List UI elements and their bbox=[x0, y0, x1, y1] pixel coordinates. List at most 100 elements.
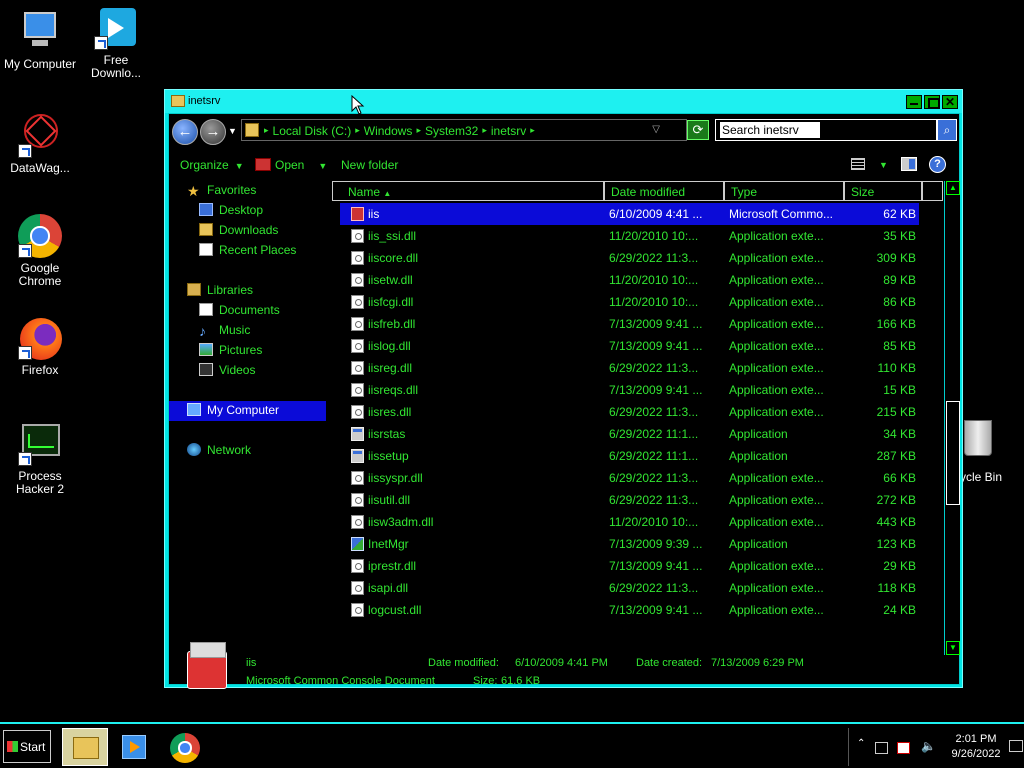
nav-item-recent-places[interactable]: Recent Places bbox=[199, 243, 296, 261]
search-box[interactable] bbox=[715, 119, 937, 141]
table-row[interactable]: iislog.dll 7/13/2009 9:41 ... Application … bbox=[332, 335, 943, 357]
taskbar-app-media-player[interactable] bbox=[112, 728, 158, 766]
breadcrumb-item[interactable]: Local Disk (C:) bbox=[273, 124, 352, 138]
desktop-icon-process-hacker[interactable]: Process Hacker 2 bbox=[0, 422, 80, 496]
table-row[interactable]: logcust.dll 7/13/2009 9:41 ... Application… bbox=[332, 599, 943, 621]
chevron-right-icon[interactable]: ▸ bbox=[482, 124, 487, 138]
nav-item-libraries[interactable]: Libraries bbox=[187, 283, 253, 301]
desktop-icon-my-computer[interactable]: My Computer bbox=[0, 10, 80, 71]
taskbar-app-chrome[interactable] bbox=[162, 728, 208, 766]
nav-item-network[interactable]: Network bbox=[187, 443, 251, 461]
table-row[interactable]: InetMgr 7/13/2009 9:39 ... Application 123 … bbox=[332, 533, 943, 555]
column-header-date-modified[interactable]: Date modified bbox=[604, 181, 724, 201]
nav-item-my-computer[interactable]: My Computer bbox=[169, 401, 326, 421]
windows-logo-icon bbox=[7, 741, 18, 752]
toolbox-icon bbox=[187, 642, 227, 689]
breadcrumb-item[interactable]: inetsrv bbox=[491, 124, 526, 138]
table-row[interactable]: iissetup 6/29/2022 11:1... Application 287 … bbox=[332, 445, 943, 467]
breadcrumb-item[interactable]: Windows bbox=[364, 124, 413, 138]
table-row[interactable]: iis 6/10/2009 4:41 ... Microsoft Commo... 6… bbox=[340, 203, 919, 225]
table-row[interactable]: iisutil.dll 6/29/2022 11:3... Application … bbox=[332, 489, 943, 511]
table-row[interactable]: iisetw.dll 11/20/2010 10:... Application e… bbox=[332, 269, 943, 291]
table-row[interactable]: iisreqs.dll 7/13/2009 9:41 ... Application… bbox=[332, 379, 943, 401]
table-row[interactable]: iisres.dll 6/29/2022 11:3... Application e… bbox=[332, 401, 943, 423]
chevron-right-icon[interactable]: ▸ bbox=[416, 124, 421, 138]
file-type: Application exte... bbox=[729, 339, 824, 353]
toolbox-icon bbox=[255, 158, 271, 171]
nav-label: Libraries bbox=[207, 283, 254, 297]
column-header-size[interactable]: Size bbox=[844, 181, 922, 201]
start-button[interactable]: Start bbox=[3, 730, 51, 763]
help-button[interactable]: ? bbox=[929, 156, 946, 173]
chevron-down-icon[interactable]: ▼ bbox=[318, 161, 327, 171]
nav-label: Music bbox=[219, 323, 251, 337]
nav-item-videos[interactable]: Videos bbox=[199, 363, 255, 381]
documents-icon bbox=[199, 303, 213, 316]
table-row[interactable]: iisfreb.dll 7/13/2009 9:41 ... Application… bbox=[332, 313, 943, 335]
nav-item-documents[interactable]: Documents bbox=[199, 303, 280, 321]
taskbar-app-explorer[interactable] bbox=[62, 728, 108, 766]
table-row[interactable]: iisw3adm.dll 11/20/2010 10:... Application… bbox=[332, 511, 943, 533]
chevron-down-icon[interactable]: ▽ bbox=[652, 124, 660, 135]
show-hidden-icons-icon[interactable]: ⌃ bbox=[857, 738, 870, 750]
folder-icon bbox=[245, 123, 259, 137]
vertical-scrollbar[interactable]: ▲ ▼ bbox=[944, 181, 960, 655]
recent-pages-dropdown[interactable]: ▼ bbox=[228, 126, 237, 136]
star-icon: ★ bbox=[187, 183, 200, 199]
minimize-button[interactable] bbox=[906, 95, 922, 109]
table-row[interactable]: iisreg.dll 6/29/2022 11:3... Application e… bbox=[332, 357, 943, 379]
desktop-icon-firefox[interactable]: Firefox bbox=[0, 316, 80, 377]
sort-ascending-icon: ▲ bbox=[383, 189, 392, 198]
column-header-spacer[interactable] bbox=[922, 181, 943, 201]
column-header-type[interactable]: Type bbox=[724, 181, 844, 201]
desktop-icon-free-download[interactable]: Free Downlo... bbox=[76, 6, 156, 80]
maximize-button[interactable] bbox=[924, 95, 940, 109]
preview-pane-button[interactable] bbox=[901, 157, 917, 171]
table-row[interactable]: iisfcgi.dll 11/20/2010 10:... Application … bbox=[332, 291, 943, 313]
title-bar[interactable]: inetsrv ✕ bbox=[165, 90, 962, 113]
file-date-modified: 7/13/2009 9:41 ... bbox=[609, 603, 703, 617]
scroll-up-button[interactable]: ▲ bbox=[946, 181, 960, 195]
search-input[interactable] bbox=[720, 122, 820, 138]
scroll-down-button[interactable]: ▼ bbox=[946, 641, 960, 655]
open-button[interactable]: Open ▼ bbox=[255, 158, 327, 172]
desktop-icon-datawag[interactable]: DataWag... bbox=[0, 106, 80, 175]
action-center-flag-icon[interactable] bbox=[897, 742, 910, 754]
new-folder-button[interactable]: New folder bbox=[341, 158, 398, 172]
scroll-thumb[interactable] bbox=[946, 401, 960, 505]
close-button[interactable]: ✕ bbox=[942, 95, 958, 109]
table-row[interactable]: iprestr.dll 7/13/2009 9:41 ... Application… bbox=[332, 555, 943, 577]
nav-item-favorites[interactable]: ★ Favorites bbox=[187, 183, 256, 201]
nav-item-downloads[interactable]: Downloads bbox=[199, 223, 278, 241]
nav-item-desktop[interactable]: Desktop bbox=[199, 203, 263, 221]
forward-button[interactable]: → bbox=[200, 119, 226, 145]
organize-button[interactable]: Organize ▼ bbox=[180, 158, 244, 172]
table-row[interactable]: iis_ssi.dll 11/20/2010 10:... Application … bbox=[332, 225, 943, 247]
change-view-button[interactable]: ▼ bbox=[851, 157, 888, 171]
nav-item-music[interactable]: ♪ Music bbox=[199, 323, 250, 341]
file-type: Application exte... bbox=[729, 471, 824, 485]
table-row[interactable]: iiscore.dll 6/29/2022 11:3... Application … bbox=[332, 247, 943, 269]
nav-item-pictures[interactable]: Pictures bbox=[199, 343, 262, 361]
file-type: Application exte... bbox=[729, 361, 824, 375]
table-row[interactable]: iisrstas 6/29/2022 11:1... Application 34 K… bbox=[332, 423, 943, 445]
chevron-right-icon[interactable]: ▸ bbox=[530, 124, 535, 138]
show-desktop-button[interactable] bbox=[1009, 740, 1023, 752]
network-status-icon[interactable] bbox=[875, 742, 888, 754]
breadcrumb-item[interactable]: System32 bbox=[425, 124, 478, 138]
breadcrumb: ▸ Local Disk (C:) ▸ Windows ▸ System32 ▸… bbox=[264, 124, 535, 138]
address-bar[interactable]: ▸ Local Disk (C:) ▸ Windows ▸ System32 ▸… bbox=[241, 119, 687, 141]
back-button[interactable]: ← bbox=[172, 119, 198, 145]
search-icon[interactable]: ⌕ bbox=[937, 119, 957, 141]
clock[interactable]: 2:01 PM 9/26/2022 bbox=[943, 732, 1009, 762]
column-header-name[interactable]: Name ▲ bbox=[332, 181, 604, 201]
volume-icon[interactable]: 🔈 bbox=[921, 739, 936, 753]
chevron-right-icon[interactable]: ▸ bbox=[264, 124, 269, 138]
table-row[interactable]: iissyspr.dll 6/29/2022 11:3... Application… bbox=[332, 467, 943, 489]
refresh-button[interactable]: ⟳ bbox=[687, 120, 709, 140]
chevron-right-icon[interactable]: ▸ bbox=[355, 124, 360, 138]
desktop-icon-google-chrome[interactable]: Google Chrome bbox=[0, 214, 80, 288]
desktop-icon-label: My Computer bbox=[3, 57, 77, 71]
file-date-modified: 7/13/2009 9:41 ... bbox=[609, 339, 703, 353]
table-row[interactable]: isapi.dll 6/29/2022 11:3... Application ex… bbox=[332, 577, 943, 599]
